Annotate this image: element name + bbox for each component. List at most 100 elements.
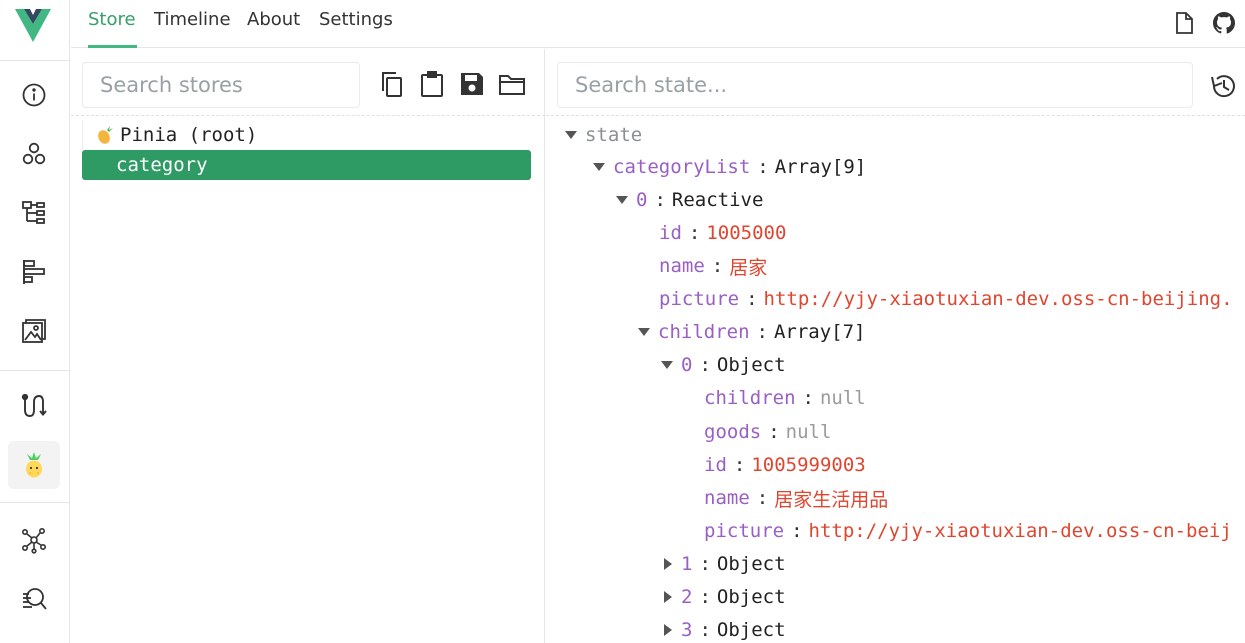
search-stores-input[interactable] [83,63,359,107]
sidebar-rail [0,0,70,643]
divider [546,115,1245,116]
inspect-button[interactable] [8,575,60,623]
info-icon [22,83,46,107]
timeline-button[interactable] [8,248,60,296]
tab-timeline[interactable]: Timeline [154,9,231,30]
state-field-name[interactable]: name : 居家生活用品 [704,484,888,512]
node-type: Object [716,586,786,608]
caret-down-icon[interactable] [661,361,673,369]
graph-icon [21,527,46,554]
separator: : [757,156,769,178]
node-key: id [659,222,682,244]
store-item-pinia-root[interactable]: Pinia (root) [82,120,531,150]
state-node-root[interactable]: state [565,121,642,149]
copy-icon[interactable] [378,70,406,98]
clipboard-icon[interactable] [418,70,446,98]
components-button[interactable] [8,130,60,178]
timeline-icon [23,260,45,284]
history-icon[interactable] [1208,71,1238,101]
tab-settings[interactable]: Settings [319,9,393,30]
search-state-input[interactable] [558,63,1192,107]
vue-logo-icon [15,9,51,42]
tab-store[interactable]: Store [88,9,136,30]
state-node-categorylist[interactable]: categoryList : Array[9] [593,153,866,181]
folder-icon[interactable] [498,70,526,98]
document-icon[interactable] [1172,11,1196,35]
separator: : [768,421,780,443]
caret-down-icon[interactable] [616,196,628,204]
node-value[interactable]: 1005999003 [751,454,865,476]
tab-about[interactable]: About [247,9,300,30]
caret-down-icon[interactable] [593,163,605,171]
separator: : [711,255,724,277]
separator: : [699,586,711,608]
save-icon[interactable] [458,70,486,98]
node-value[interactable]: http://yjy-xiaotuxian-dev.oss-cn-beij [809,520,1232,542]
separator: : [733,454,746,476]
separator: : [699,354,711,376]
node-value[interactable]: 居家 [729,253,767,280]
github-icon[interactable] [1212,11,1236,35]
node-value[interactable]: null [820,387,866,409]
component-tree-button[interactable] [8,189,60,237]
separator: : [654,189,666,211]
separator: : [791,520,803,542]
node-value[interactable]: 1005000 [706,222,786,244]
node-type: Array[7] [773,321,866,343]
tree-icon [22,201,45,224]
state-node-item-0[interactable]: 0 : Reactive [616,186,763,214]
routes-button[interactable] [8,382,60,430]
node-key: name [659,255,705,277]
caret-right-icon[interactable] [664,558,672,570]
state-node-child-3[interactable]: 3 : Object [664,616,786,643]
store-item-label: category [116,154,208,176]
separator: : [756,321,768,343]
graph-button[interactable] [8,516,60,564]
state-field-children[interactable]: children : null [704,384,866,412]
node-value[interactable]: http://yjy-xiaotuxian-dev.oss-cn-beijing… [764,288,1233,310]
caret-down-icon[interactable] [565,131,577,139]
caret-right-icon[interactable] [664,624,672,636]
assets-button[interactable] [8,307,60,355]
state-field-id[interactable]: id : 1005999003 [704,451,866,479]
node-key: picture [659,288,740,310]
state-field-name[interactable]: name : 居家 [659,252,767,280]
inspect-icon [23,588,47,610]
separator: : [802,387,814,409]
store-item-label: Pinia (root) [120,124,258,146]
node-type: Object [716,619,786,641]
separator: : [746,288,758,310]
pinia-button[interactable] [8,441,60,489]
caret-right-icon[interactable] [664,591,672,603]
active-tab-indicator [88,45,137,48]
store-item-category[interactable]: category [82,150,531,180]
top-nav: Store Timeline About Settings [71,0,1245,48]
divider [0,60,70,61]
node-value[interactable]: 居家生活用品 [774,485,888,512]
separator: : [756,487,769,509]
state-node-child-1[interactable]: 1 : Object [664,550,786,578]
node-value[interactable]: null [786,421,832,443]
node-type: Object [716,553,786,575]
search-stores-field[interactable] [82,62,360,108]
node-key: categoryList [613,156,751,178]
node-key: 2 [681,586,693,608]
node-type: Object [716,354,786,376]
caret-down-icon[interactable] [638,328,650,336]
search-state-field[interactable] [557,62,1193,108]
state-field-picture[interactable]: picture : http://yjy-xiaotuxian-dev.oss-… [704,517,1232,545]
node-key: 3 [681,619,693,641]
node-key: goods [704,421,762,443]
state-field-picture[interactable]: picture : http://yjy-xiaotuxian-dev.oss-… [659,285,1233,313]
state-field-goods[interactable]: goods : null [704,418,831,446]
pinia-icon [26,452,42,478]
node-type: Reactive [671,189,764,211]
node-key: 1 [681,553,693,575]
state-field-id[interactable]: id : 1005000 [659,219,786,247]
state-node-children[interactable]: children : Array[7] [638,318,865,346]
info-button[interactable] [8,71,60,119]
state-node-child-2[interactable]: 2 : Object [664,583,786,611]
state-node-child-0[interactable]: 0 : Object [661,351,786,379]
separator: : [699,553,711,575]
node-key: picture [704,520,785,542]
